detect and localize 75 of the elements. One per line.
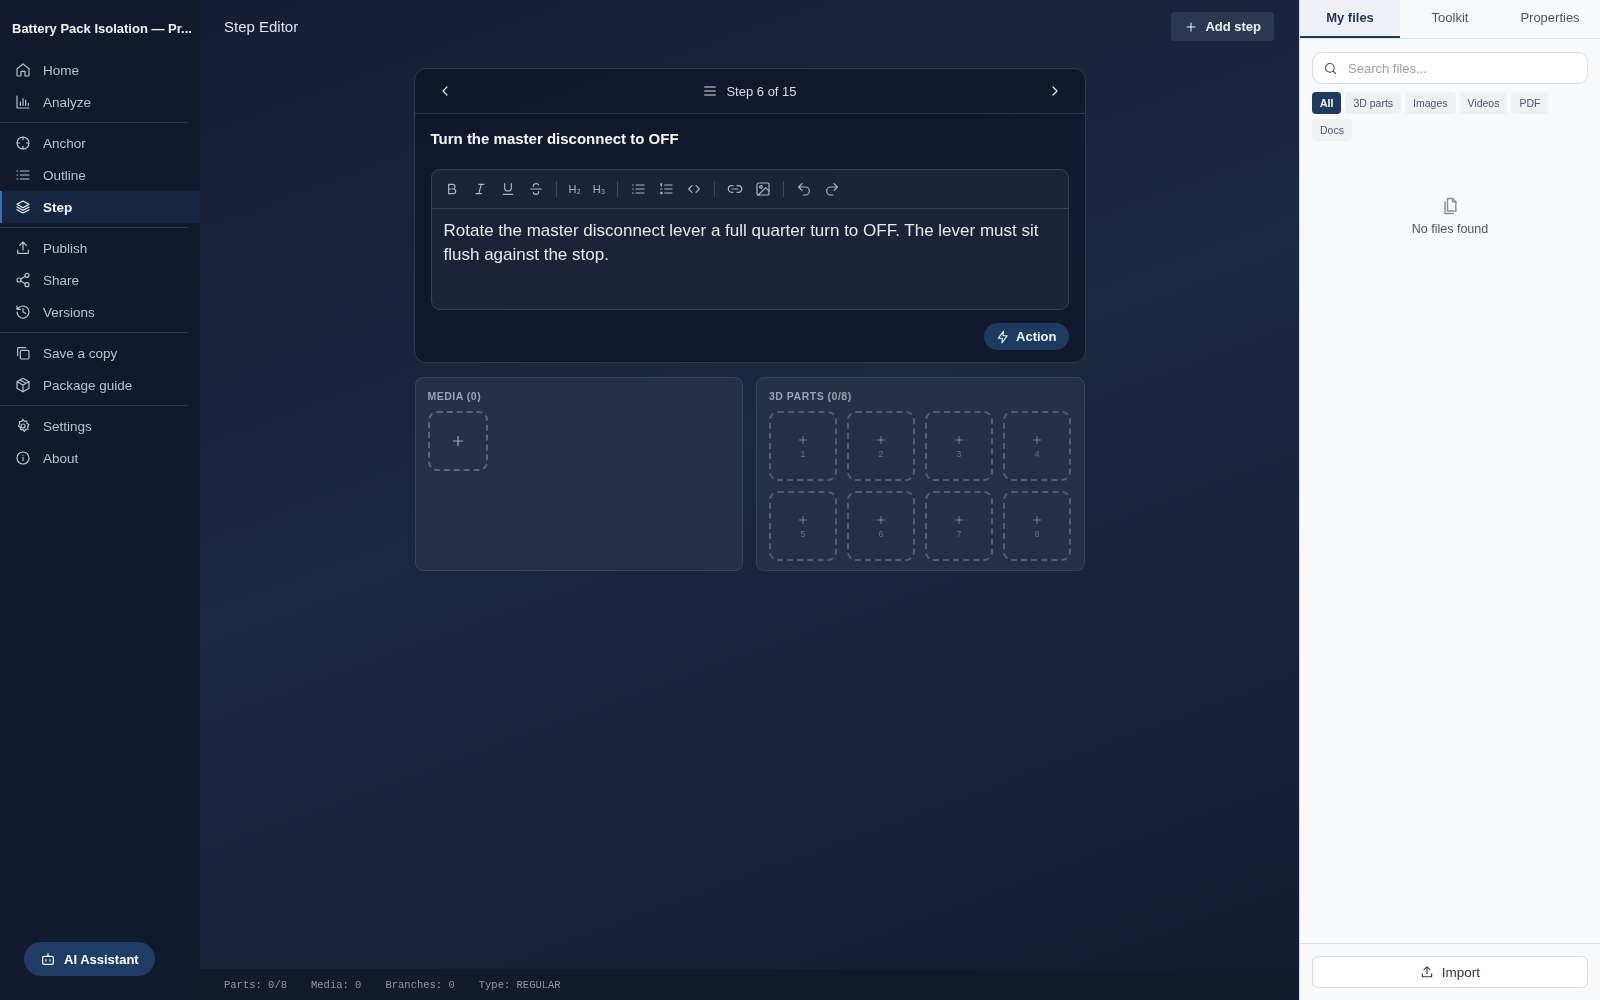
package-icon — [15, 377, 31, 393]
home-icon — [15, 62, 31, 78]
search-icon — [1323, 61, 1338, 76]
menu-icon[interactable] — [702, 83, 719, 99]
plus-icon — [875, 433, 887, 446]
filter-chip[interactable]: Images — [1405, 92, 1456, 114]
search-field[interactable]: Search files... — [1312, 52, 1588, 84]
sidebar-item[interactable]: Analyze — [0, 86, 200, 118]
plus-icon — [797, 513, 809, 526]
plus-icon — [797, 433, 809, 446]
plus-icon — [1031, 433, 1043, 446]
status-text: Branches: 0 — [385, 978, 455, 991]
ai-assistant-button[interactable]: AI Assistant — [24, 942, 155, 976]
plus-icon — [1184, 19, 1199, 34]
status-text: Media: 0 — [311, 978, 362, 991]
filter-chip[interactable]: Docs — [1312, 119, 1352, 141]
redo-icon[interactable] — [824, 181, 841, 197]
step-title: Turn the master disconnect to OFF — [430, 130, 680, 147]
plus-icon — [875, 513, 887, 526]
bar-chart-icon — [15, 94, 31, 110]
plus-icon — [953, 433, 965, 446]
empty-message: No files found — [1411, 222, 1489, 236]
upload-icon — [15, 240, 31, 256]
copy-icon — [15, 345, 31, 361]
bullet-list-icon[interactable] — [630, 181, 647, 197]
sidebar-item[interactable]: Versions — [0, 296, 200, 328]
status-text: Parts: 0/8 — [224, 978, 287, 991]
list-icon — [15, 167, 31, 183]
plus-icon — [1031, 513, 1043, 526]
slot-number: 7 — [956, 528, 962, 539]
parts-heading: 3D PARTS (0/8) — [769, 390, 853, 402]
crosshair-icon — [15, 135, 31, 151]
media-heading: MEDIA (0) — [427, 390, 483, 402]
panel-tab[interactable]: My files — [1300, 0, 1400, 38]
step-counter: Step 6 of 15 — [726, 83, 797, 99]
layers-icon — [15, 199, 31, 215]
info-icon — [15, 450, 31, 466]
panel-tab[interactable]: Properties — [1500, 0, 1600, 38]
filter-chip[interactable]: All — [1312, 92, 1342, 114]
lightning-icon — [996, 329, 1011, 344]
numbered-list-icon[interactable] — [658, 181, 675, 197]
filter-chip[interactable]: 3D parts — [1345, 92, 1402, 114]
sidebar-item[interactable]: Settings — [0, 410, 200, 442]
sidebar-item[interactable]: Step — [0, 191, 200, 223]
sidebar-item[interactable]: About — [0, 442, 200, 474]
history-icon — [15, 304, 31, 320]
sidebar-item[interactable]: Outline — [0, 159, 200, 191]
project-title: Battery Pack Isolation — Pr... — [11, 20, 193, 38]
strikethrough-icon[interactable] — [527, 181, 544, 197]
heading-button[interactable]: H₂ — [568, 183, 581, 195]
import-button[interactable]: Import — [1312, 956, 1588, 988]
add-step-button[interactable]: Add step — [1171, 12, 1274, 41]
slot-number: 2 — [878, 448, 884, 459]
undo-icon[interactable] — [796, 181, 813, 197]
filter-chip[interactable]: Videos — [1459, 92, 1508, 114]
robot-icon — [40, 951, 56, 967]
sidebar-item[interactable]: Anchor — [0, 127, 200, 159]
upload-icon — [1419, 965, 1434, 979]
share-icon — [15, 272, 31, 288]
plus-icon — [953, 513, 965, 526]
settings-icon — [15, 418, 31, 434]
sidebar-item[interactable]: Save a copy — [0, 337, 200, 369]
status-text: Type: REGULAR — [478, 978, 561, 991]
panel-tab[interactable]: Toolkit — [1400, 0, 1500, 38]
sidebar-item[interactable]: Share — [0, 264, 200, 296]
image-icon[interactable] — [755, 181, 772, 197]
sidebar-item[interactable]: Home — [0, 54, 200, 86]
action-button[interactable]: Action — [984, 323, 1069, 350]
filter-chip[interactable]: PDF — [1511, 92, 1549, 114]
text-editor[interactable]: H₂ H₃ Rotate the master disconnect lever a full quarter turn to OFF. The lever must sit flush against the stop. — [430, 169, 1069, 310]
sidebar-item[interactable]: Package guide — [0, 369, 200, 401]
step-description: Rotate the master disconnect lever a full quarter turn to OFF. The lever must sit flush against the stop. — [442, 220, 1040, 266]
page-title: Step Editor — [224, 18, 299, 35]
heading-button[interactable]: H₃ — [592, 183, 606, 195]
sidebar-item[interactable]: Publish — [0, 232, 200, 264]
